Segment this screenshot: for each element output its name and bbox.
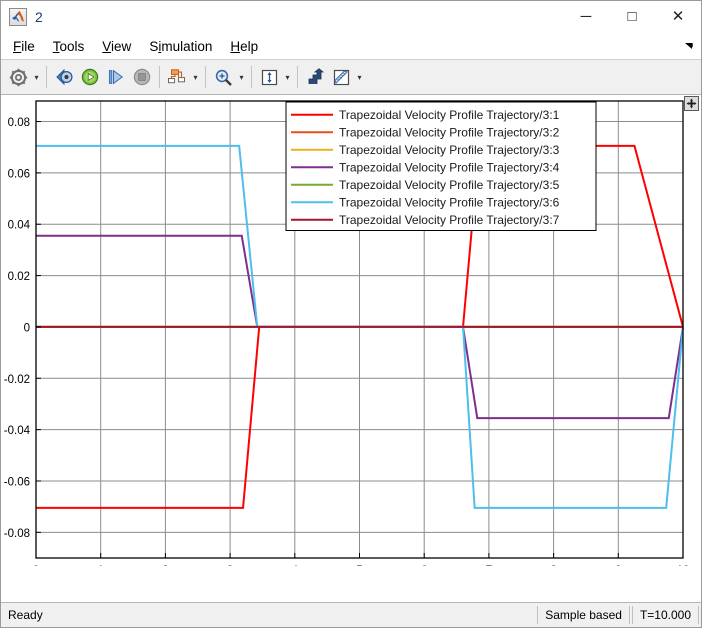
simulink-model-button[interactable] (164, 64, 190, 90)
run-button[interactable] (77, 64, 103, 90)
y-tick-label: 0.06 (8, 168, 30, 180)
y-tick-label: 0.08 (8, 117, 30, 129)
y-tick-label: 0.02 (8, 271, 30, 283)
x-tick-label: 10 (677, 565, 690, 566)
menu-accel-file: F (13, 38, 22, 54)
x-tick-label: 4 (292, 565, 299, 566)
step-forward-button[interactable] (103, 64, 129, 90)
menu-item-tools[interactable]: Tools (44, 37, 94, 56)
status-frame-mode: Sample based (537, 606, 630, 624)
chevron-down-icon-cursor[interactable]: ▾ (354, 65, 365, 89)
menu-accel-help: H (230, 38, 241, 54)
window-title: 2 (35, 8, 43, 25)
menu-label-file-rest: ile (21, 38, 35, 54)
menu-accel-view: V (102, 38, 112, 54)
chevron-down-icon-model[interactable]: ▾ (190, 65, 201, 89)
scope-plot-area[interactable]: -0.08 -0.06 -0.04 -0.02 0 0.02 0.04 0.06 0.08 0 1 2… (1, 95, 701, 602)
chevron-down-icon-autoscale[interactable]: ▾ (282, 65, 293, 89)
stop-button[interactable] (129, 64, 155, 90)
status-time: T=10.000 (631, 606, 699, 624)
toolbar-separator-4 (251, 66, 252, 88)
chart-legend: Trapezoidal Velocity Profile Trajectory/… (285, 101, 597, 231)
step-back-button[interactable] (51, 64, 77, 90)
x-tick-label: 0 (33, 565, 39, 566)
y-tick-label: -0.06 (4, 476, 30, 488)
menu-label-sim-rest: mulation (161, 38, 213, 54)
x-tick-label: 2 (162, 565, 168, 566)
autoscale-button[interactable] (256, 64, 282, 90)
signal-selection-button[interactable] (302, 64, 328, 90)
legend-label-7: Trapezoidal Velocity Profile Trajectory/… (339, 213, 560, 227)
menu-bar: File Tools View Simulation Help (1, 33, 701, 60)
matlab-icon (9, 7, 27, 26)
status-state: Ready (8, 608, 43, 622)
undock-arrow-icon[interactable] (683, 39, 695, 51)
legend-label-4: Trapezoidal Velocity Profile Trajectory/… (339, 161, 560, 175)
close-button[interactable]: ✕ (655, 1, 701, 32)
x-tick-label: 5 (356, 565, 362, 566)
y-tick-label: 0.04 (8, 220, 31, 232)
legend-label-5: Trapezoidal Velocity Profile Trajectory/… (339, 178, 560, 192)
legend-label-2: Trapezoidal Velocity Profile Trajectory/… (339, 126, 560, 140)
menu-item-file[interactable]: File (4, 37, 44, 56)
menu-label-tools-rest: ools (59, 38, 85, 54)
menu-item-view[interactable]: View (93, 37, 140, 56)
menu-item-help[interactable]: Help (221, 37, 267, 56)
chevron-down-icon-zoom[interactable]: ▾ (236, 65, 247, 89)
menu-label-view-rest: iew (111, 38, 132, 54)
toolbar-separator-5 (297, 66, 298, 88)
y-tick-label: -0.02 (4, 374, 30, 386)
menu-accel-tools: T (52, 38, 60, 54)
pan-indicator-icon[interactable] (684, 96, 699, 111)
x-tick-label: 6 (421, 565, 427, 566)
configuration-properties-button[interactable] (5, 64, 31, 90)
menu-label-help-rest: elp (240, 38, 259, 54)
trajectory-chart: -0.08 -0.06 -0.04 -0.02 0 0.02 0.04 0.06 0.08 0 1 2… (4, 100, 690, 566)
y-tick-label: 0 (24, 322, 30, 334)
y-tick-label: -0.04 (4, 425, 31, 437)
legend-label-1: Trapezoidal Velocity Profile Trajectory/… (339, 108, 560, 122)
toolbar: ▾ ▾ ▾ ▾ ▾ (1, 60, 701, 95)
toolbar-separator-3 (205, 66, 206, 88)
toolbar-separator-2 (159, 66, 160, 88)
legend-label-6: Trapezoidal Velocity Profile Trajectory/… (339, 196, 560, 210)
x-tick-label: 8 (550, 565, 556, 566)
chevron-down-icon-config[interactable]: ▾ (31, 65, 42, 89)
toolbar-separator-1 (46, 66, 47, 88)
menu-label-sim-pre: S (149, 38, 159, 54)
x-tick-label: 7 (486, 565, 492, 566)
scope-window: 2 ─ □ ✕ File Tools View Simulation Help (0, 0, 702, 628)
status-bar: Ready Sample based T=10.000 (1, 602, 701, 627)
maximize-button[interactable]: □ (609, 1, 655, 32)
x-tick-label: 3 (227, 565, 233, 566)
window-controls: ─ □ ✕ (563, 1, 701, 32)
minimize-button[interactable]: ─ (563, 1, 609, 32)
cursor-measurements-button[interactable] (328, 64, 354, 90)
title-bar: 2 ─ □ ✕ (1, 1, 701, 33)
y-tick-label: -0.08 (4, 528, 30, 540)
zoom-button[interactable] (210, 64, 236, 90)
x-tick-label: 9 (615, 565, 621, 566)
x-tick-label: 1 (97, 565, 103, 566)
menu-item-simulation[interactable]: Simulation (140, 37, 221, 56)
legend-label-3: Trapezoidal Velocity Profile Trajectory/… (339, 143, 560, 157)
